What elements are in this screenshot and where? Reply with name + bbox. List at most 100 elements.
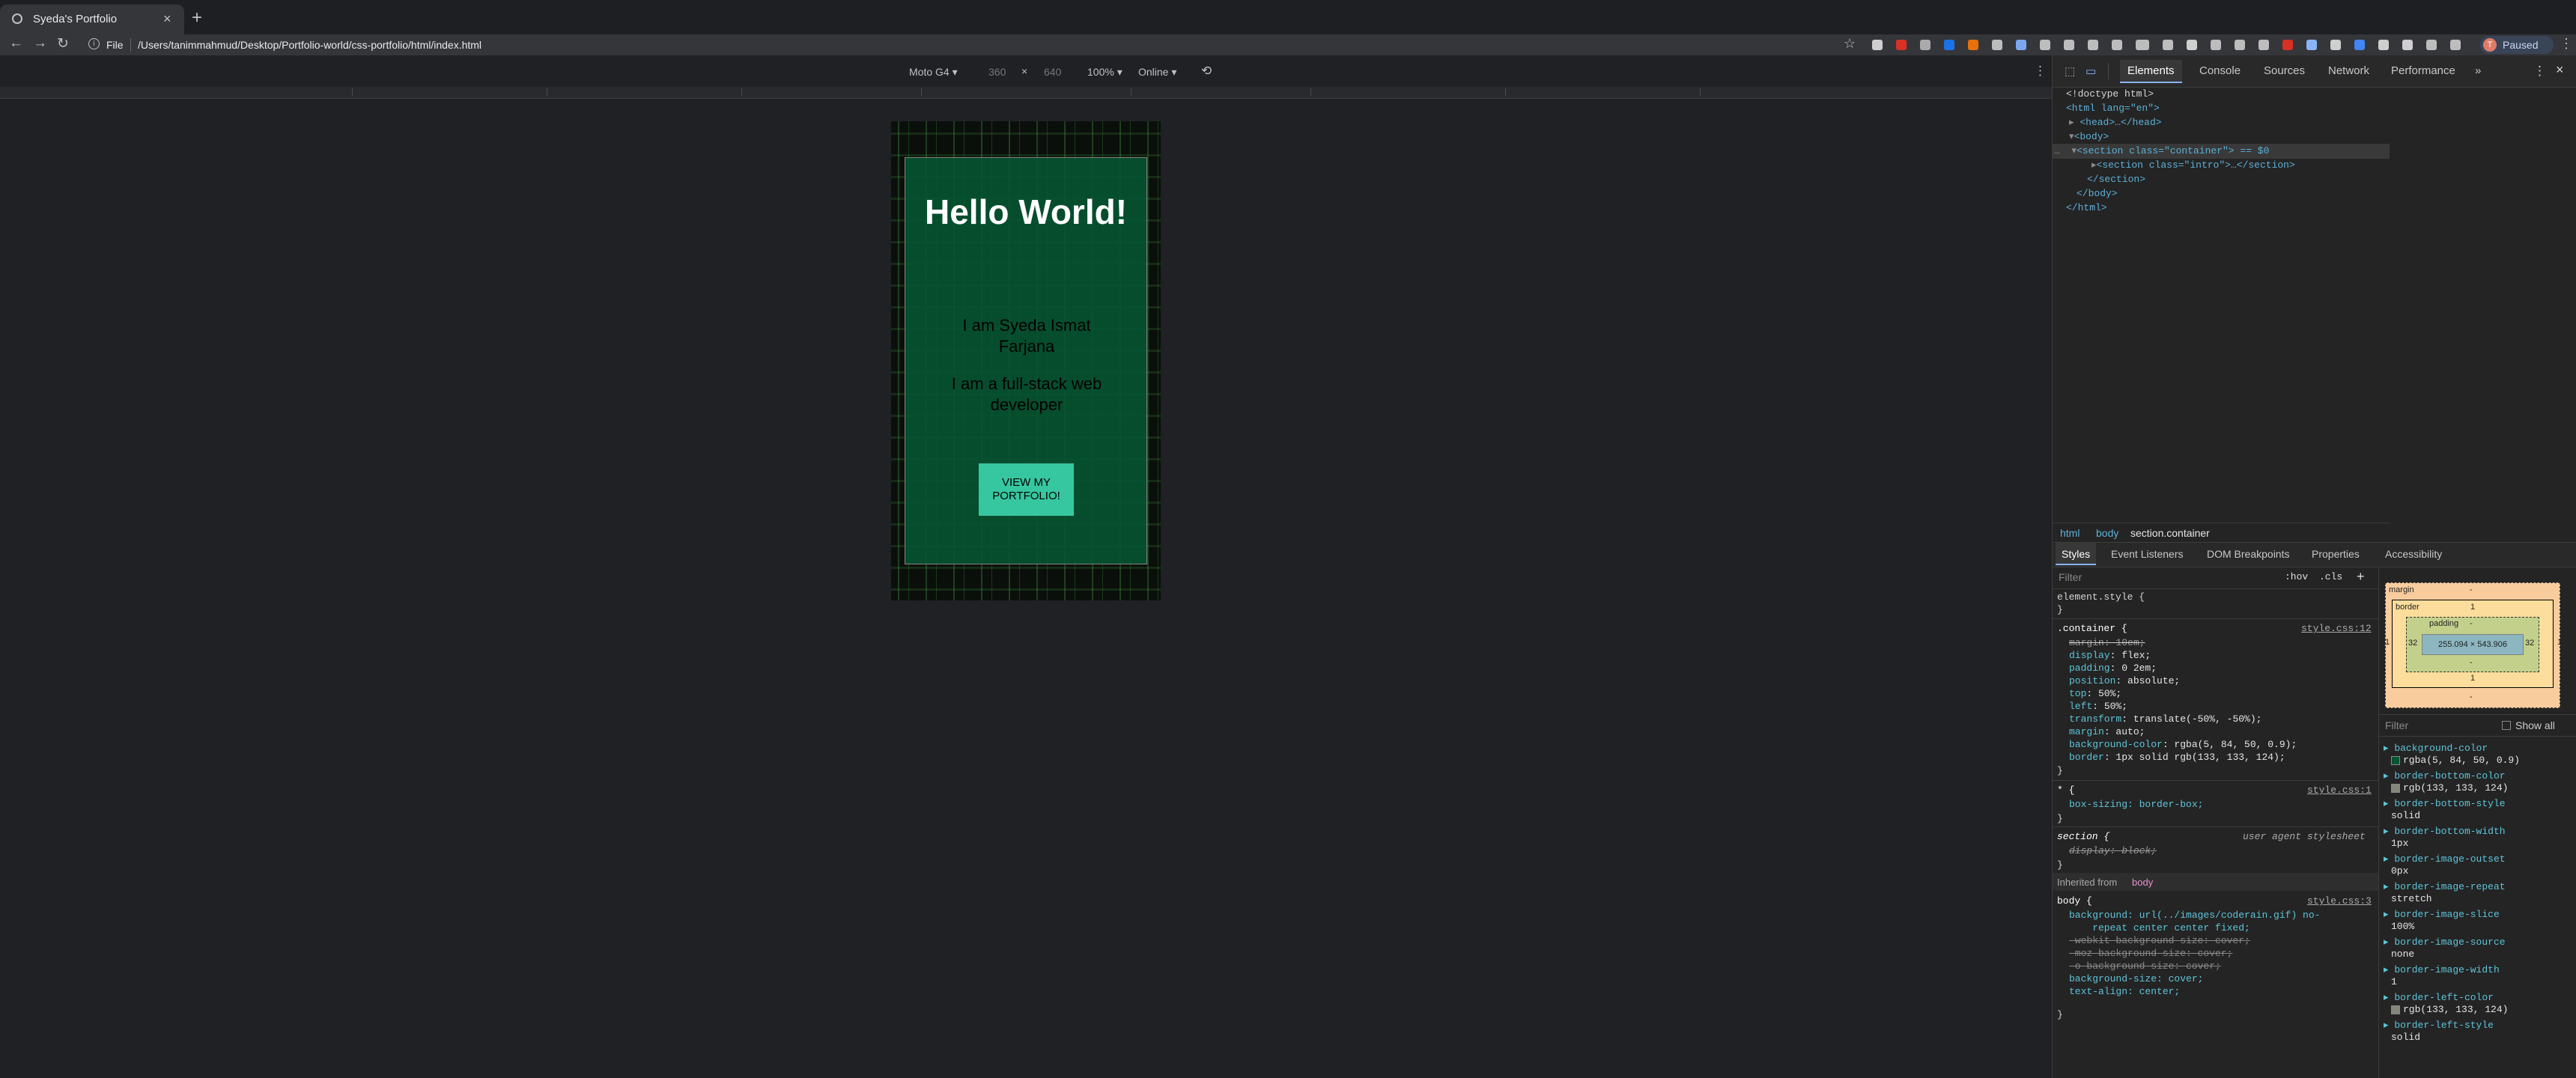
dom-section-container[interactable]: … ▾<section class="container"> == $0 xyxy=(2054,144,2269,158)
breadcrumb-body[interactable]: body xyxy=(2096,527,2118,539)
device-menu-icon[interactable]: ⋮ xyxy=(2034,64,2047,79)
extension-icon[interactable] xyxy=(2402,40,2413,50)
star-rule-selector[interactable]: * { xyxy=(2057,783,2074,797)
dom-body-close[interactable]: </body> xyxy=(2077,186,2118,201)
extension-icon[interactable] xyxy=(1920,40,1931,50)
section-rule-prop[interactable]: display: block; xyxy=(2069,844,2157,858)
width-field[interactable]: 360 xyxy=(988,66,1006,78)
devtools-menu-icon[interactable]: ⋮ xyxy=(2533,64,2546,79)
browser-menu-icon[interactable]: ⋮ xyxy=(2560,36,2573,52)
container-rule-source[interactable]: style.css:12 xyxy=(2301,621,2372,636)
extension-icon[interactable] xyxy=(2378,40,2389,50)
profile-button[interactable]: T Paused xyxy=(2480,36,2554,54)
device-select[interactable]: Moto G4 ▾ xyxy=(909,66,958,79)
section-rule-selector[interactable]: section { xyxy=(2057,829,2109,844)
new-tab-button[interactable]: + xyxy=(192,7,202,28)
styles-filter-input[interactable]: Filter xyxy=(2059,571,2082,583)
extension-icon[interactable] xyxy=(1896,40,1907,50)
height-field[interactable]: 640 xyxy=(1044,66,1061,78)
box-model-margin[interactable]: margin - - border 1 1 1 1 padding - - 32… xyxy=(2385,582,2562,708)
tab-styles[interactable]: Styles xyxy=(2056,543,2097,565)
css-declaration[interactable]: text-align: center; xyxy=(2069,984,2180,999)
extension-icon[interactable] xyxy=(2163,40,2173,50)
extension-icon[interactable] xyxy=(2040,40,2050,50)
close-tab-icon[interactable]: × xyxy=(163,11,171,27)
computed-filter-input[interactable]: Filter xyxy=(2385,719,2408,731)
star-rule-source[interactable]: style.css:1 xyxy=(2307,783,2372,797)
extension-icon[interactable] xyxy=(2139,40,2149,50)
css-declaration[interactable]: border: 1px solid rgb(133, 133, 124); xyxy=(2069,750,2285,764)
body-rule-source[interactable]: style.css:3 xyxy=(2307,894,2372,908)
dom-html[interactable]: <html lang="en"> xyxy=(2066,101,2160,115)
computed-property-name[interactable]: ▸ border-image-width xyxy=(2384,963,2500,977)
body-rule-selector[interactable]: body { xyxy=(2057,894,2092,908)
tab-network[interactable]: Network xyxy=(2328,64,2369,77)
view-portfolio-button[interactable]: VIEW MY PORTFOLIO! xyxy=(979,463,1074,516)
more-tabs-button[interactable]: » xyxy=(2475,64,2481,77)
tab-dom-breakpoints[interactable]: DOM Breakpoints xyxy=(2207,548,2289,560)
extension-icon[interactable] xyxy=(2187,40,2197,50)
dom-head[interactable]: ▸ <head>…</head> xyxy=(2069,115,2162,130)
zoom-select[interactable]: 100% ▾ xyxy=(1087,66,1123,79)
close-devtools-icon[interactable]: × xyxy=(2556,62,2564,78)
extension-icon[interactable] xyxy=(2016,40,2026,50)
extension-icon[interactable] xyxy=(2235,40,2245,50)
dom-body[interactable]: ▾<body> xyxy=(2069,130,2109,144)
tab-elements[interactable]: Elements xyxy=(2120,60,2182,83)
forward-arrow-icon[interactable]: → xyxy=(33,35,47,52)
extension-icon[interactable] xyxy=(2088,40,2098,50)
extension-icon[interactable] xyxy=(2112,40,2122,50)
extension-icon[interactable] xyxy=(1872,40,1883,50)
extension-icon[interactable] xyxy=(2426,40,2437,50)
extension-icon[interactable] xyxy=(2064,40,2074,50)
info-icon[interactable]: i xyxy=(88,38,100,49)
hov-toggle[interactable]: :hov xyxy=(2285,571,2308,582)
extension-icon[interactable] xyxy=(2258,40,2269,50)
media-query-ruler[interactable] xyxy=(0,87,2052,99)
device-toggle-icon[interactable]: ▭ xyxy=(2086,64,2096,78)
breadcrumb-html[interactable]: html xyxy=(2060,527,2080,539)
breadcrumb-section[interactable]: section.container xyxy=(2130,527,2210,539)
inspect-icon[interactable]: ⬚ xyxy=(2065,64,2075,78)
cls-toggle[interactable]: .cls xyxy=(2319,571,2342,582)
extension-icon[interactable] xyxy=(2330,40,2341,50)
tab-event-listeners[interactable]: Event Listeners xyxy=(2111,548,2184,560)
browser-tab[interactable]: Syeda's Portfolio × xyxy=(0,4,184,34)
tab-console[interactable]: Console xyxy=(2199,64,2241,77)
inherited-from-link[interactable]: body xyxy=(2132,877,2153,888)
element-style-selector[interactable]: element.style { xyxy=(2057,590,2145,604)
dom-doctype[interactable]: <!doctype html> xyxy=(2066,87,2154,101)
dom-section-close[interactable]: </section> xyxy=(2087,172,2145,186)
rotate-icon[interactable]: ⟲ xyxy=(1201,64,1212,79)
container-rule-selector[interactable]: .container { xyxy=(2057,621,2127,636)
extension-icon[interactable] xyxy=(2282,40,2293,50)
color-swatch[interactable] xyxy=(2391,1005,2400,1014)
extension-icon[interactable] xyxy=(2306,40,2317,50)
reload-icon[interactable]: ↻ xyxy=(57,35,69,52)
network-select[interactable]: Online ▾ xyxy=(1138,66,1176,79)
bookmark-star-icon[interactable]: ☆ xyxy=(1844,36,1856,52)
extension-icon[interactable] xyxy=(2211,40,2221,50)
box-model-border[interactable]: border 1 1 1 1 padding - - 32 32 255.094… xyxy=(2385,600,2562,688)
star-rule-prop[interactable]: box-sizing: border-box; xyxy=(2069,797,2203,811)
address-bar[interactable]: i File /Users/tanimmahmud/Desktop/Portfo… xyxy=(81,36,1871,54)
color-swatch[interactable] xyxy=(2391,783,2400,793)
dom-html-close[interactable]: </html> xyxy=(2066,201,2107,215)
extension-icon[interactable] xyxy=(1944,40,1954,50)
box-model-padding[interactable]: padding - - 32 32 255.094 × 543.906 xyxy=(2406,617,2539,672)
tab-accessibility[interactable]: Accessibility xyxy=(2385,548,2442,560)
extension-icon[interactable] xyxy=(2354,40,2365,50)
color-swatch[interactable] xyxy=(2391,755,2400,765)
box-model-content[interactable]: 255.094 × 543.906 xyxy=(2422,634,2524,655)
extension-icon[interactable] xyxy=(1968,40,1978,50)
extension-icon[interactable] xyxy=(2450,40,2461,50)
extension-icon[interactable] xyxy=(1992,40,2002,50)
styles-filter-bar: Filter :hov .cls + xyxy=(2053,566,2378,589)
dom-section-intro[interactable]: ▸<section class="intro">…</section> xyxy=(2092,158,2295,172)
add-rule-button[interactable]: + xyxy=(2357,569,2365,585)
back-arrow-icon[interactable]: ← xyxy=(9,35,23,52)
tab-performance[interactable]: Performance xyxy=(2391,64,2455,77)
show-all-checkbox[interactable] xyxy=(2502,721,2511,730)
tab-properties[interactable]: Properties xyxy=(2312,548,2360,560)
tab-sources[interactable]: Sources xyxy=(2264,64,2305,77)
